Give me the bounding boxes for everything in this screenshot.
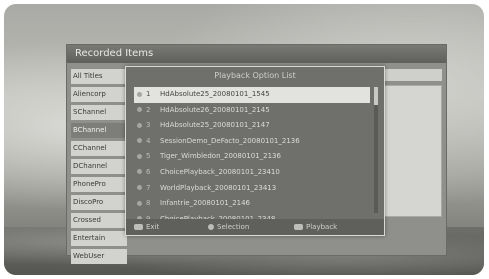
info-header-strip	[382, 69, 442, 81]
record-icon	[137, 122, 142, 128]
dialog-title: Playback Option List	[214, 71, 296, 80]
list-item[interactable]: 6 ChoicePlayback_20080101_23410	[134, 165, 370, 181]
sidebar: All Titles Aliencorp SChannel BChannel CChan…	[71, 69, 127, 264]
preview-panel	[380, 85, 442, 217]
item-number: 6	[146, 167, 151, 176]
sidebar-item[interactable]: DiscoPro	[71, 195, 127, 210]
item-name: Tiger_Wimbledon_20080101_2136	[160, 152, 281, 161]
item-name: ChoicePlayback_20080101_23410	[160, 167, 280, 176]
item-name: WorldPlayback_20080101_23413	[160, 183, 277, 192]
item-number: 3	[146, 121, 151, 130]
list-item[interactable]: 1 HdAbsolute25_20080101_1545	[134, 87, 370, 103]
sidebar-item[interactable]: BChannel	[71, 123, 127, 138]
ok-key-icon	[294, 224, 303, 230]
scrollbar-thumb[interactable]	[374, 87, 378, 105]
sidebar-item[interactable]: WebUser	[71, 249, 127, 264]
list-item[interactable]: 3 HdAbsolute25_20080101_2147	[134, 118, 370, 134]
item-name: HdAbsolute26_20080101_2145	[160, 105, 270, 114]
playback-option-dialog: Playback Option List 1 HdAbsolute25_20080…	[125, 66, 385, 236]
record-icon	[137, 107, 142, 113]
sidebar-item[interactable]: All Titles	[71, 69, 127, 84]
ok-hint[interactable]: Playback	[294, 219, 337, 235]
dialog-footer: Exit Selection Playback	[126, 219, 384, 235]
record-icon	[137, 169, 142, 175]
list-item[interactable]: 8 Infantrie_20080101_2146	[134, 196, 370, 212]
list-item[interactable]: 4 SessionDemo_DeFacto_20080101_2136	[134, 134, 370, 150]
ok-label: Playback	[306, 223, 338, 231]
item-name: SessionDemo_DeFacto_20080101_2136	[160, 136, 300, 145]
sidebar-item[interactable]: Crossed	[71, 213, 127, 228]
exit-hint[interactable]: Exit	[134, 219, 159, 235]
navigate-key-icon	[208, 224, 214, 230]
item-name: HdAbsolute25_20080101_2147	[160, 121, 270, 130]
item-name: HdAbsolute25_20080101_1545	[160, 90, 270, 98]
scrollbar[interactable]	[374, 87, 378, 213]
record-icon	[137, 200, 142, 206]
sidebar-item[interactable]: SChannel	[71, 105, 127, 120]
tv-screen: Recorded Items All Titles Aliencorp SChann…	[4, 4, 484, 275]
list-item[interactable]: 7 WorldPlayback_20080101_23413	[134, 181, 370, 197]
exit-label: Exit	[146, 223, 160, 231]
item-number: 1	[146, 90, 151, 98]
sidebar-item[interactable]: Aliencorp	[71, 87, 127, 102]
select-hint[interactable]: Selection	[208, 219, 249, 235]
item-number: 5	[146, 152, 151, 161]
record-icon	[137, 91, 142, 97]
sidebar-item[interactable]: Entertain	[71, 231, 127, 246]
item-number: 4	[146, 136, 151, 145]
record-icon	[137, 138, 142, 144]
list-item[interactable]: 2 HdAbsolute26_20080101_2145	[134, 103, 370, 119]
window-title: Recorded Items	[67, 45, 446, 63]
recording-list: 1 HdAbsolute25_20080101_1545 2 HdAbsolute26…	[134, 87, 370, 227]
item-number: 8	[146, 199, 151, 208]
list-item[interactable]: 5 Tiger_Wimbledon_20080101_2136	[134, 149, 370, 165]
item-number: 7	[146, 183, 151, 192]
sidebar-item[interactable]: CChannel	[71, 141, 127, 156]
select-label: Selection	[217, 223, 250, 231]
record-icon	[137, 185, 142, 191]
exit-key-icon	[134, 224, 143, 230]
sidebar-item[interactable]: DChannel	[71, 159, 127, 174]
item-number: 2	[146, 105, 151, 114]
record-icon	[137, 153, 142, 159]
item-name: Infantrie_20080101_2146	[160, 199, 251, 208]
sidebar-item[interactable]: PhonePro	[71, 177, 127, 192]
